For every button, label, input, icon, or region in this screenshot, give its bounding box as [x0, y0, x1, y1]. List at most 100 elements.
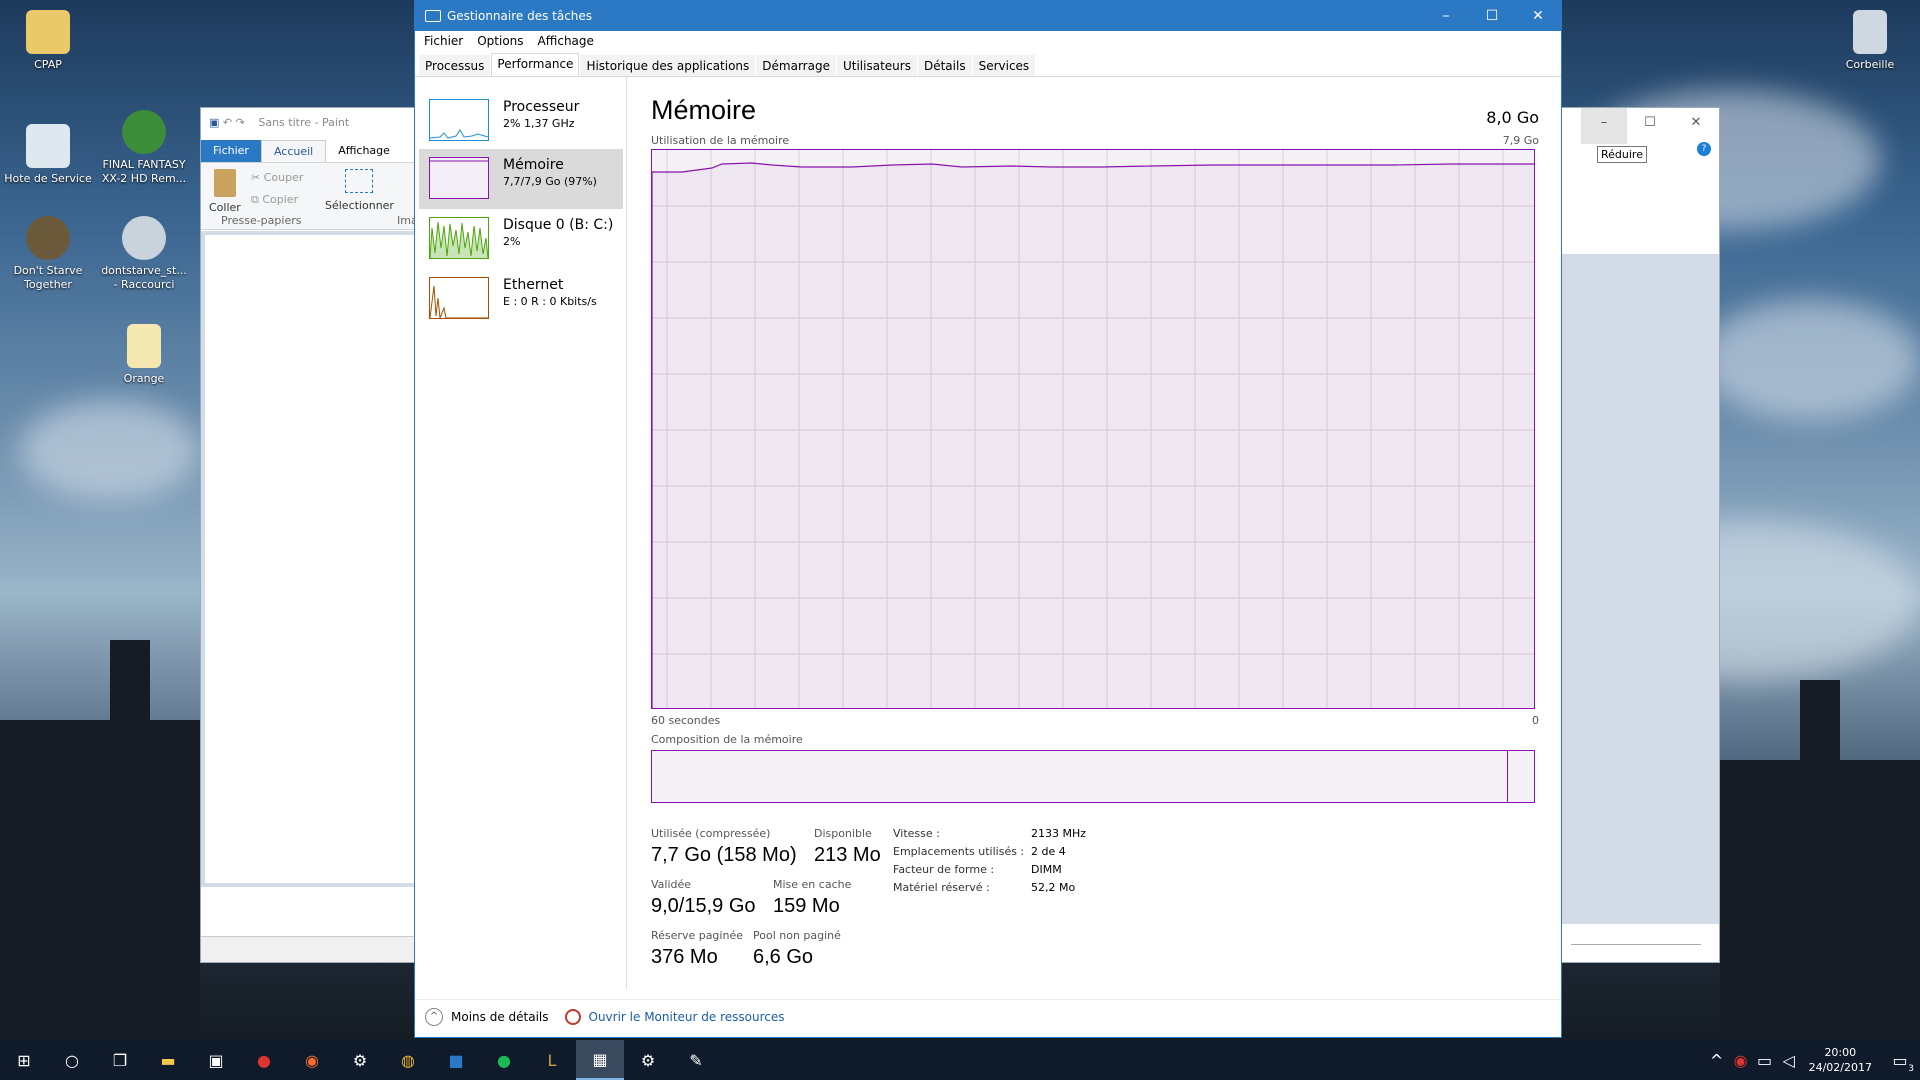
stat-cached: Mise en cache 159 Mo — [773, 878, 852, 917]
composition-used — [652, 751, 1508, 802]
help-icon[interactable]: ? — [1697, 142, 1711, 156]
maximize-button[interactable]: ☐ — [1627, 108, 1673, 144]
origin-icon[interactable]: ◉ — [288, 1040, 336, 1080]
memory-thumbnail — [429, 157, 489, 199]
chevron-up-icon[interactable]: ^ — [425, 1007, 443, 1026]
undo-icon[interactable]: ↶ — [223, 116, 232, 129]
tab-utilisateurs[interactable]: Utilisateurs — [836, 55, 917, 76]
settings-icon[interactable]: ⚙ — [624, 1040, 672, 1080]
folder-icon — [26, 10, 70, 54]
tab-services[interactable]: Services — [972, 55, 1036, 76]
sidebar-item-disque[interactable]: Disque 0 (B: C:) 2% — [419, 209, 623, 269]
maximize-button[interactable]: ☐ — [1469, 1, 1515, 31]
paint-statusbar — [201, 936, 419, 962]
paint-title: Sans titre - Paint — [258, 116, 350, 129]
paint-ribbon: Coller ✂ Couper ⧉ Copier Sélectionner Pr… — [201, 162, 419, 230]
tab-details[interactable]: Détails — [917, 55, 972, 76]
game-icon — [122, 216, 166, 260]
volume-icon[interactable]: ◁ — [1777, 1040, 1801, 1080]
resource-monitor-icon — [564, 1008, 581, 1025]
game-launcher-icon[interactable]: ● — [240, 1040, 288, 1080]
close-button[interactable]: ✕ — [1673, 108, 1719, 144]
sidebar-item-memoire[interactable]: Mémoire 7,7/7,9 Go (97%) — [419, 149, 623, 209]
stat-available: Disponible 213 Mo — [814, 827, 881, 866]
minimize-button[interactable]: – — [1581, 108, 1627, 144]
stat-nonpaged-pool: Pool non paginé 6,6 Go — [753, 929, 841, 968]
recycle-bin-icon — [1853, 10, 1887, 54]
minimize-button[interactable]: – — [1423, 1, 1469, 31]
tab-fichier[interactable]: Fichier — [201, 140, 261, 162]
disk-thumbnail — [429, 217, 489, 259]
league-icon[interactable]: L — [528, 1040, 576, 1080]
tab-processus[interactable]: Processus — [419, 55, 491, 76]
close-button[interactable]: ✕ — [1515, 1, 1561, 31]
search-icon[interactable]: ○ — [48, 1040, 96, 1080]
chevron-up-icon[interactable]: ^ — [1705, 1040, 1729, 1080]
copy-button[interactable]: ⧉ Copier — [251, 193, 298, 207]
sidebar-label: Processeur — [503, 99, 580, 115]
antivirus-icon[interactable]: ◉ — [1729, 1040, 1753, 1080]
paint-quick-access: ▣ ↶ ↷ Sans titre - Paint — [201, 108, 419, 140]
tab-accueil[interactable]: Accueil — [260, 140, 327, 162]
desktop-icon-orange[interactable]: Orange — [98, 324, 190, 386]
tab-affichage[interactable]: Affichage — [326, 140, 402, 162]
uplay-icon[interactable]: ▣ — [192, 1040, 240, 1080]
task-manager-icon — [425, 10, 441, 22]
less-details-link[interactable]: Moins de détails — [451, 1010, 549, 1024]
globe-icon — [122, 110, 166, 154]
details-labels: Vitesse : Emplacements utilisés : Facteu… — [893, 827, 1025, 894]
cut-button[interactable]: ✂ Couper — [251, 171, 303, 184]
desktop-icon-dont-starve[interactable]: Don't Starve Together — [2, 216, 94, 292]
memory-panel: Mémoire 8,0 Go Utilisation de la mémoire… — [649, 77, 1539, 989]
task-view-icon[interactable]: ❐ — [96, 1040, 144, 1080]
open-resource-monitor-link[interactable]: Ouvrir le Moniteur de ressources — [589, 1010, 785, 1024]
tab-performance[interactable]: Performance — [491, 53, 580, 76]
group-clipboard-label: Presse-papiers — [221, 214, 302, 227]
task-manager-window[interactable]: Gestionnaire des tâches – ☐ ✕ Fichier Op… — [414, 0, 1562, 1038]
select-button[interactable]: Sélectionner — [325, 169, 394, 212]
paint-window[interactable]: ▣ ↶ ↷ Sans titre - Paint Fichier Accueil… — [200, 107, 420, 963]
sidebar-label: Mémoire — [503, 157, 564, 173]
desktop-icon-cpap[interactable]: CPAP — [2, 10, 94, 72]
desktop-icon-final-fantasy[interactable]: FINAL FANTASY XX-2 HD Rem... — [98, 110, 190, 186]
desktop-icon-hote-service[interactable]: Hote de Service — [2, 124, 94, 186]
steam-icon[interactable]: ⚙ — [336, 1040, 384, 1080]
network-icon[interactable]: ▭ — [1753, 1040, 1777, 1080]
chrome-icon[interactable]: ◍ — [384, 1040, 432, 1080]
system-tray: ^ ◉ ▭ ◁ 20:00 24/02/2017 ▭ 3 — [1705, 1040, 1920, 1080]
desktop-icon-dontstarve-shortcut[interactable]: dontstarve_st... - Raccourci — [98, 216, 190, 292]
menu-affichage[interactable]: Affichage — [531, 31, 601, 51]
desktop-icon-recycle-bin[interactable]: Corbeille — [1824, 10, 1916, 72]
title-bar[interactable]: Gestionnaire des tâches – ☐ ✕ — [415, 1, 1561, 31]
messenger-icon[interactable]: ■ — [432, 1040, 480, 1080]
usage-graph-max: 7,9 Go — [1502, 134, 1539, 147]
paint-canvas[interactable] — [205, 235, 415, 883]
paint-taskbar-icon[interactable]: ✎ — [672, 1040, 720, 1080]
menu-fichier[interactable]: Fichier — [417, 31, 470, 51]
sidebar-item-ethernet[interactable]: Ethernet E : 0 R : 0 Kbits/s — [419, 269, 623, 329]
menu-options[interactable]: Options — [470, 31, 530, 51]
sidebar-label: Disque 0 (B: C:) — [503, 217, 614, 233]
resource-sidebar: Processeur 2% 1,37 GHz Mémoire 7,7/7,9 G… — [415, 77, 627, 989]
clock[interactable]: 20:00 24/02/2017 — [1809, 1045, 1872, 1075]
start-button[interactable]: ⊞ — [0, 1040, 48, 1080]
memory-capacity: 8,0 Go — [1486, 108, 1539, 127]
task-manager-taskbar-icon[interactable]: ▦ — [576, 1040, 624, 1080]
background-window[interactable]: – ☐ ✕ Réduire ? — [1560, 107, 1720, 963]
redo-icon[interactable]: ↷ — [236, 116, 245, 129]
save-icon[interactable]: ▣ — [209, 116, 219, 129]
stat-used: Utilisée (compressée) 7,7 Go (158 Mo) — [651, 827, 797, 866]
sidebar-item-processeur[interactable]: Processeur 2% 1,37 GHz — [419, 91, 623, 151]
sidebar-sub: 7,7/7,9 Go (97%) — [503, 175, 597, 188]
tab-historique[interactable]: Historique des applications — [580, 55, 756, 76]
file-explorer-icon[interactable]: ▬ — [144, 1040, 192, 1080]
tab-demarrage[interactable]: Démarrage — [756, 55, 836, 76]
page-title: Mémoire — [651, 95, 757, 125]
tooltip-reduire: Réduire — [1597, 146, 1647, 163]
sidebar-sub: 2% 1,37 GHz — [503, 117, 575, 130]
notification-center-icon[interactable]: ▭ 3 — [1880, 1040, 1920, 1080]
spotify-icon[interactable]: ● — [480, 1040, 528, 1080]
zoom-slider[interactable] — [1571, 944, 1701, 954]
paint-canvas-area — [201, 231, 415, 887]
paste-button[interactable]: Coller — [209, 169, 241, 214]
